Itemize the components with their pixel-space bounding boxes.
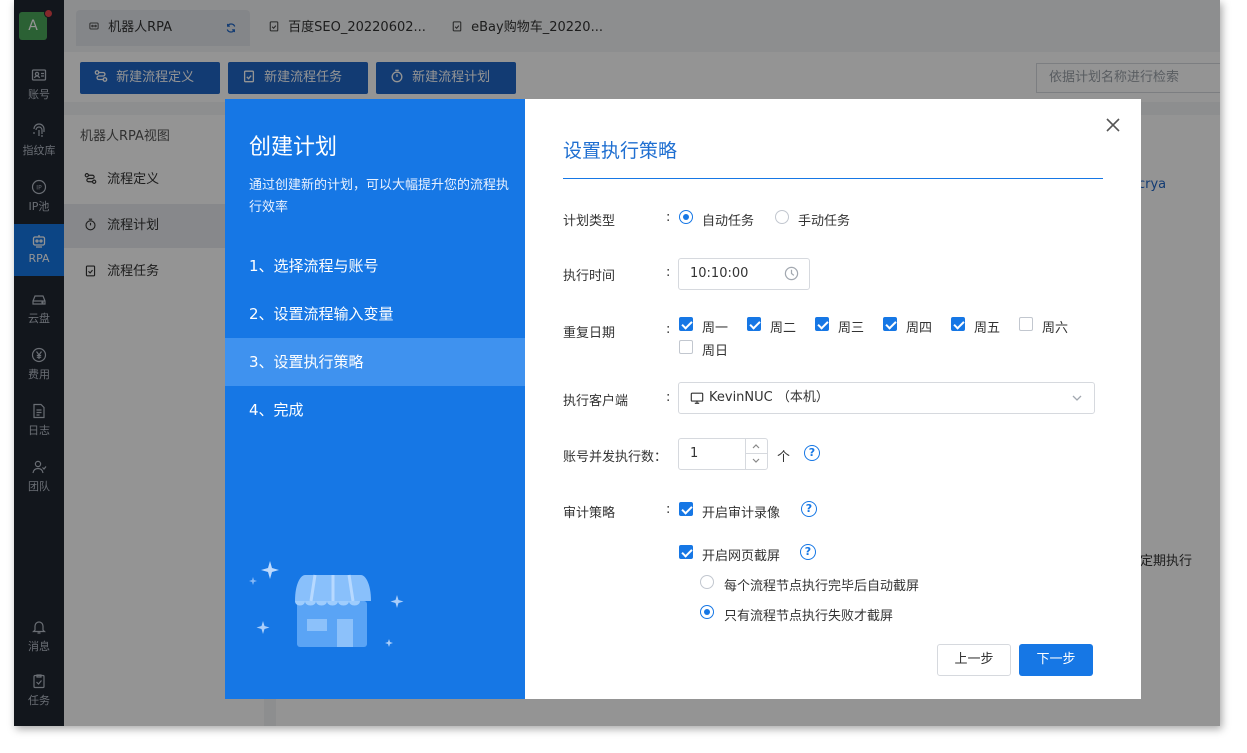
chevron-down-icon[interactable] — [1071, 392, 1083, 404]
section-divider — [563, 178, 1103, 179]
plan-type-auto-label[interactable]: 自动任务 — [702, 210, 754, 229]
concurrency-label: 账号并发执行数： — [563, 450, 668, 465]
repeat-thu-label[interactable]: 周四 — [906, 317, 932, 336]
stepper-divider — [746, 453, 768, 454]
repeat-sun-label[interactable]: 周日 — [702, 340, 728, 359]
concurrency-value: 1 — [690, 446, 699, 461]
web-screenshot-checkbox[interactable] — [679, 545, 693, 559]
step-input-variables: 2、设置流程输入变量 — [249, 305, 394, 323]
colon: : — [666, 322, 671, 337]
record-video-checkbox[interactable] — [679, 502, 693, 516]
app-window: A 账号 指纹库 IP IP池 RPA 云盘 费用 日志 团队 消息 任务 机器… — [14, 0, 1220, 726]
chevron-up-icon[interactable] — [751, 442, 761, 451]
clock-icon[interactable] — [784, 266, 799, 281]
repeat-wed-checkbox[interactable] — [815, 317, 829, 331]
repeat-sat-checkbox[interactable] — [1019, 317, 1033, 331]
screenshot-every-node-label[interactable]: 每个流程节点执行完毕后自动截屏 — [724, 575, 919, 594]
exec-time-picker[interactable]: 10:10:00 — [678, 258, 810, 290]
screenshot-on-failure-label[interactable]: 只有流程节点执行失败才截屏 — [724, 605, 893, 624]
exec-time-label: 执行时间 — [563, 269, 616, 284]
step-select-flow: 1、选择流程与账号 — [249, 257, 379, 275]
create-plan-dialog: 创建计划 通过创建新的计划，可以大幅提升您的流程执行效率 1、选择流程与账号 2… — [225, 99, 1141, 699]
dialog-subtitle: 通过创建新的计划，可以大幅提升您的流程执行效率 — [249, 178, 510, 215]
previous-step-button[interactable]: 上一步 — [937, 644, 1011, 676]
close-icon[interactable] — [1103, 115, 1123, 135]
screenshot-on-failure-radio[interactable] — [700, 605, 714, 619]
colon: : — [666, 265, 671, 280]
concurrency-stepper[interactable]: 1 — [678, 438, 768, 470]
plan-type-manual-radio[interactable] — [775, 210, 789, 224]
section-title: 设置执行策略 — [563, 140, 678, 162]
step-complete: 4、完成 — [249, 401, 304, 419]
repeat-days-label: 重复日期 — [563, 326, 616, 341]
audit-label: 审计策略 — [563, 506, 616, 521]
help-icon[interactable]: ? — [801, 501, 817, 517]
next-step-button[interactable]: 下一步 — [1019, 644, 1093, 676]
web-screenshot-label[interactable]: 开启网页截屏 — [702, 545, 780, 564]
client-label: 执行客户端 — [563, 394, 629, 409]
repeat-thu-checkbox[interactable] — [883, 317, 897, 331]
help-icon[interactable]: ? — [804, 445, 820, 461]
client-select[interactable]: KevinNUC （本机） — [678, 382, 1095, 414]
repeat-tue-checkbox[interactable] — [747, 317, 761, 331]
plan-type-manual-label[interactable]: 手动任务 — [798, 210, 850, 229]
repeat-sat-label[interactable]: 周六 — [1042, 317, 1068, 336]
chevron-down-icon[interactable] — [751, 456, 761, 465]
repeat-fri-label[interactable]: 周五 — [974, 317, 1000, 336]
repeat-tue-label[interactable]: 周二 — [770, 317, 796, 336]
exec-time-value: 10:10:00 — [690, 266, 749, 281]
repeat-fri-checkbox[interactable] — [951, 317, 965, 331]
storefront-illustration-icon — [249, 561, 404, 647]
colon: : — [666, 210, 671, 225]
repeat-sun-checkbox[interactable] — [679, 340, 693, 354]
client-value: KevinNUC （本机） — [709, 390, 829, 405]
stepper-controls — [745, 439, 768, 469]
help-icon[interactable]: ? — [800, 544, 816, 560]
plan-type-auto-radio[interactable] — [679, 210, 693, 224]
repeat-wed-label[interactable]: 周三 — [838, 317, 864, 336]
colon: : — [666, 502, 671, 517]
dialog-title: 创建计划 — [249, 135, 338, 160]
dialog-steps-panel: 创建计划 通过创建新的计划，可以大幅提升您的流程执行效率 1、选择流程与账号 2… — [225, 99, 525, 699]
repeat-mon-checkbox[interactable] — [679, 317, 693, 331]
dialog-form-panel: 设置执行策略 计划类型 : 自动任务 手动任务 执行时间 : 10:10:00 … — [525, 99, 1141, 699]
screenshot-every-node-radio[interactable] — [700, 575, 714, 589]
step-execution-policy: 3、设置执行策略 — [225, 338, 525, 386]
colon: : — [666, 390, 671, 405]
monitor-icon — [690, 392, 704, 404]
concurrency-unit: 个 — [777, 450, 791, 465]
repeat-mon-label[interactable]: 周一 — [702, 317, 728, 336]
record-video-label[interactable]: 开启审计录像 — [702, 502, 780, 521]
plan-type-label: 计划类型 — [563, 214, 616, 229]
